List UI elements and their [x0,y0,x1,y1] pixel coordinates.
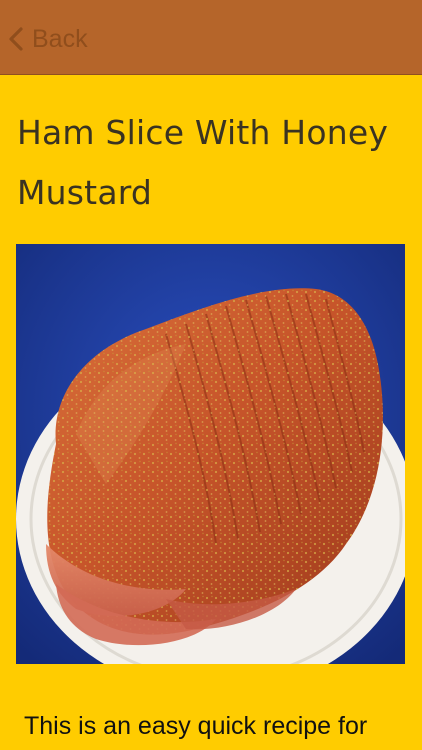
back-button[interactable]: Back [6,22,88,56]
recipe-description: This is an easy quick recipe for [24,712,368,740]
recipe-photo [16,244,405,664]
back-label: Back [32,24,88,53]
navigation-bar: Back [0,0,422,75]
chevron-left-icon [6,26,26,52]
recipe-content[interactable]: Ham Slice With Honey Mustard This is an … [0,75,422,750]
recipe-title: Ham Slice With Honey Mustard [17,113,389,212]
